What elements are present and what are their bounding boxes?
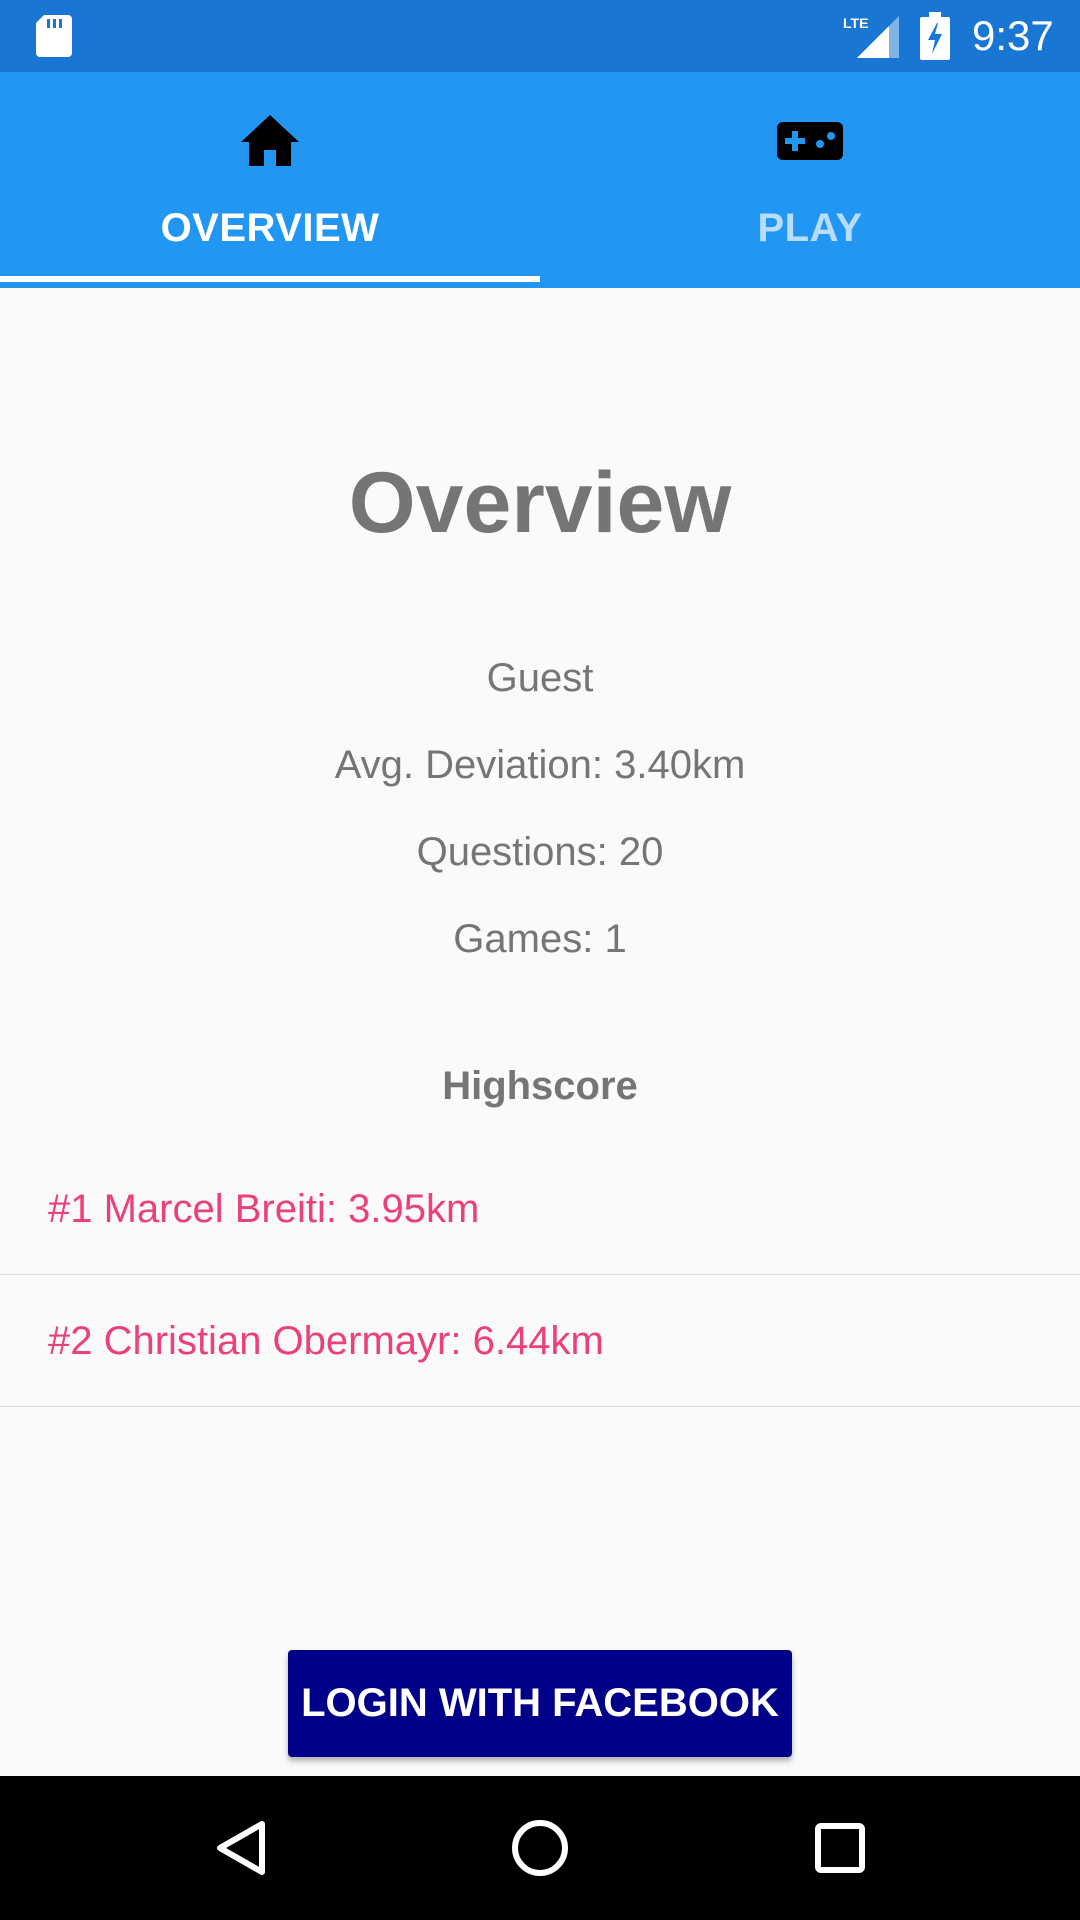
highscore-entry-text: #1 Marcel Breiti: 3.95km [48, 1187, 480, 1231]
status-bar: LTE 9:37 [0, 0, 1080, 72]
tab-overview-label: OVERVIEW [160, 206, 380, 250]
system-navigation-bar [0, 1776, 1080, 1920]
login-with-facebook-button[interactable]: LOGIN WITH FACEBOOK [288, 1650, 792, 1757]
gamepad-icon [777, 122, 843, 160]
home-icon [241, 115, 299, 166]
selected-tab-indicator [0, 276, 540, 282]
list-item[interactable]: #2 Christian Obermayr: 6.44km [0, 1275, 1080, 1407]
battery-charging-icon [920, 12, 950, 60]
avg-deviation-stat: Avg. Deviation: 3.40km [334, 743, 746, 787]
recents-icon[interactable] [804, 1812, 876, 1884]
questions-stat: Questions: 20 [416, 830, 664, 874]
games-stat: Games: 1 [453, 917, 627, 961]
list-item[interactable]: #1 Marcel Breiti: 3.95km [0, 1143, 1080, 1275]
svg-text:LTE: LTE [843, 15, 868, 31]
lte-signal-icon: LTE [843, 15, 899, 58]
page-title: Overview [348, 455, 732, 551]
highscore-entry-text: #2 Christian Obermayr: 6.44km [48, 1319, 604, 1363]
home-circle-icon[interactable] [504, 1812, 576, 1884]
user-name: Guest [486, 656, 594, 700]
sd-card-icon [36, 15, 72, 57]
tab-play-label: PLAY [757, 206, 863, 250]
back-icon[interactable] [204, 1812, 276, 1884]
tab-play[interactable]: PLAY [540, 72, 1080, 288]
highscore-heading: Highscore [442, 1064, 638, 1108]
highscore-list: #1 Marcel Breiti: 3.95km #2 Christian Ob… [0, 1143, 1080, 1407]
tab-bar: OVERVIEW PLAY [0, 72, 1080, 288]
tab-overview[interactable]: OVERVIEW [0, 72, 540, 288]
status-clock: 9:37 [972, 12, 1054, 59]
